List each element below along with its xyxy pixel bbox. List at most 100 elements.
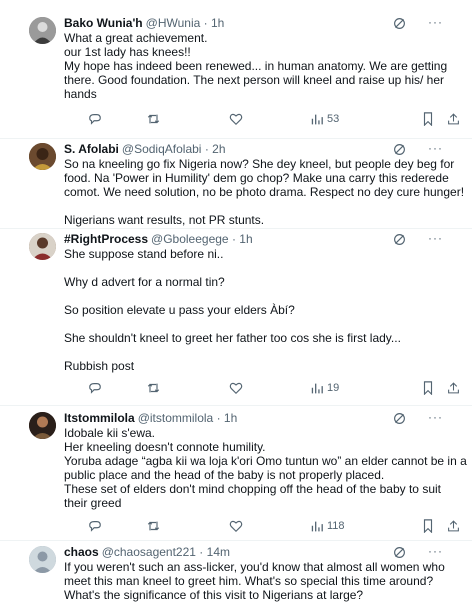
tweet-header: Itstommilola @itstommilola · 1h	[64, 410, 237, 426]
bookmark-button[interactable]	[422, 518, 434, 534]
tweet-text-line: Idobale kii s'ewa.	[64, 426, 156, 440]
reply-icon	[89, 383, 101, 394]
views-button[interactable]: 53	[310, 111, 339, 127]
more-icon[interactable]: ···	[428, 16, 444, 29]
tweet-text: She suppose stand before ni.. Why d adve…	[64, 247, 464, 373]
author-name[interactable]: S. Afolabi	[64, 142, 119, 156]
reply-icon	[89, 114, 101, 125]
reply-button[interactable]	[88, 518, 102, 534]
tweet-text-line: our 1st lady has knees!!	[64, 45, 191, 59]
tweet-text: If you weren't such an ass-licker, you'd…	[64, 560, 464, 602]
tweet-text-line: Rubbish post	[64, 359, 135, 373]
author-name[interactable]: Itstommilola	[64, 411, 135, 425]
retweet-button[interactable]	[146, 380, 161, 396]
tweet-text-line	[64, 199, 464, 213]
author-handle[interactable]: @Gboleegege	[151, 232, 229, 246]
tweet-text: Idobale kii s'ewa. Her kneeling doesn't …	[64, 426, 467, 510]
like-button[interactable]	[229, 380, 243, 396]
bookmark-icon	[423, 112, 433, 126]
separator-dot: ·	[203, 16, 208, 30]
like-icon	[229, 382, 243, 395]
tweet-text-line	[64, 345, 464, 359]
tweet-text-line: meet this man kneel to greet him. What's…	[64, 574, 434, 588]
views-icon	[311, 383, 323, 393]
avatar[interactable]	[29, 17, 56, 44]
tweet-text-line: Her kneeling doesn't connote humility.	[64, 440, 266, 454]
timestamp[interactable]: 1h	[224, 411, 237, 425]
tweet-text: So na kneeling go fix Nigeria now? She d…	[64, 157, 464, 227]
tweet-text-line: She suppose stand before ni..	[64, 247, 224, 261]
separator-dot: ·	[216, 411, 221, 425]
more-icon[interactable]: ···	[428, 142, 444, 155]
author-handle[interactable]: @chaosagent221	[102, 545, 196, 559]
separator-dot: ·	[199, 545, 204, 559]
retweet-icon	[147, 521, 160, 531]
more-icon[interactable]: ···	[428, 545, 444, 558]
tweet-text-line: So position elevate u pass your elders À…	[64, 303, 295, 317]
share-button[interactable]	[447, 380, 460, 396]
reply-button[interactable]	[88, 111, 102, 127]
view-count: 53	[327, 113, 340, 125]
share-icon	[448, 113, 459, 125]
tweet-header: #RightProcess @Gboleegege · 1h	[64, 231, 253, 247]
author-name[interactable]: #RightProcess	[64, 232, 148, 246]
reply-icon	[89, 521, 101, 532]
author-handle[interactable]: @HWunia	[146, 16, 201, 30]
reply-button[interactable]	[88, 380, 102, 396]
retweet-button[interactable]	[146, 111, 161, 127]
view-count: 118	[327, 520, 345, 532]
view-count: 19	[327, 382, 340, 394]
avatar[interactable]	[29, 233, 56, 260]
grok-icon[interactable]	[393, 412, 406, 425]
retweet-icon	[147, 114, 160, 124]
grok-icon[interactable]	[393, 143, 406, 156]
avatar[interactable]	[29, 546, 56, 573]
tweet-text-line: there. Good foundation. The next person …	[64, 73, 445, 87]
share-button[interactable]	[447, 111, 460, 127]
avatar[interactable]	[29, 143, 56, 170]
grok-icon[interactable]	[393, 17, 406, 30]
bookmark-button[interactable]	[422, 111, 434, 127]
bookmark-icon	[423, 381, 433, 395]
tweet-text-line: Why d advert for a normal tin?	[64, 275, 225, 289]
tweet-text-line: comot. We need solution, no be photo dra…	[64, 185, 465, 199]
author-handle[interactable]: @itstommilola	[138, 411, 214, 425]
retweet-button[interactable]	[146, 518, 161, 534]
views-button[interactable]: 19	[310, 380, 339, 396]
views-icon	[311, 521, 323, 531]
views-button[interactable]: 118	[310, 518, 345, 534]
tweet-text-line	[64, 289, 464, 303]
bookmark-button[interactable]	[422, 380, 434, 396]
tweet-actions: 19	[64, 380, 459, 396]
tweet-text-line	[64, 317, 464, 331]
grok-icon[interactable]	[393, 546, 406, 559]
tweet-text-line: These set of elders don't mind chopping …	[64, 482, 441, 496]
more-icon[interactable]: ···	[428, 232, 444, 245]
like-button[interactable]	[229, 111, 243, 127]
author-name[interactable]: Bako Wunia'h	[64, 16, 143, 30]
tweet-header: S. Afolabi @SodiqAfolabi · 2h	[64, 141, 226, 157]
tweet-text-line: Nigerians want results, not PR stunts.	[64, 213, 265, 227]
grok-icon[interactable]	[393, 233, 406, 246]
like-icon	[229, 520, 243, 533]
tweet-text-line: So na kneeling go fix Nigeria now? She d…	[64, 157, 455, 171]
timestamp[interactable]: 14m	[207, 545, 230, 559]
tweet-text-line: My hope has indeed been renewed... in hu…	[64, 59, 448, 73]
tweet-actions: 118	[64, 518, 459, 534]
more-icon[interactable]: ···	[428, 411, 444, 424]
tweet-text-line: If you weren't such an ass-licker, you'd…	[64, 560, 445, 574]
tweet-text-line: What a great achievement.	[64, 31, 208, 45]
timestamp[interactable]: 2h	[212, 142, 225, 156]
author-handle[interactable]: @SodiqAfolabi	[122, 142, 202, 156]
share-icon	[448, 382, 459, 394]
share-button[interactable]	[447, 518, 460, 534]
tweet-text-line: hands	[64, 87, 97, 101]
like-button[interactable]	[229, 518, 243, 534]
bookmark-icon	[423, 519, 433, 533]
tweet-text-line: their greed	[64, 496, 122, 510]
timestamp[interactable]: 1h	[211, 16, 224, 30]
author-name[interactable]: chaos	[64, 545, 99, 559]
timestamp[interactable]: 1h	[239, 232, 252, 246]
tweet-text-line: What's the significance of this visit to…	[64, 588, 364, 602]
avatar[interactable]	[29, 412, 56, 439]
